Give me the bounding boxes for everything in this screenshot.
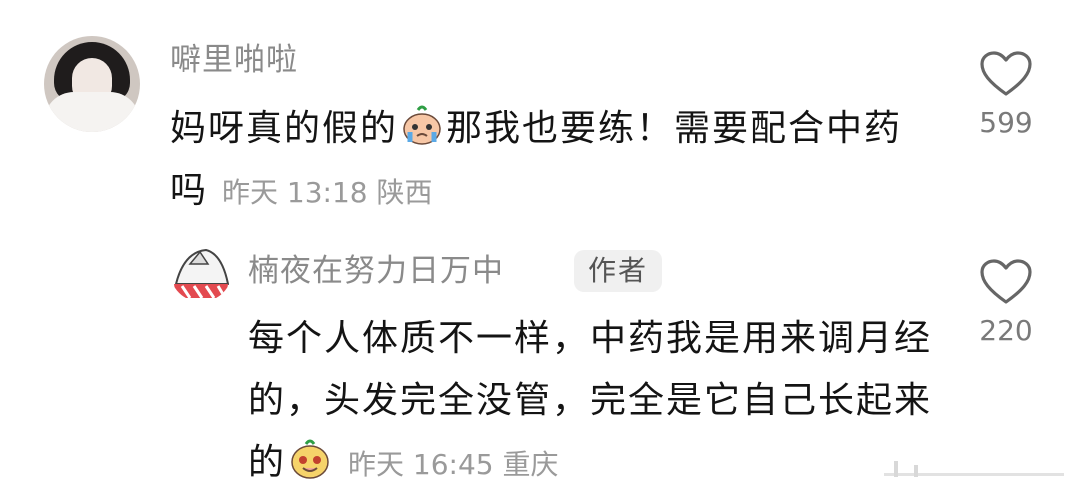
like-button[interactable]: 220: [966, 258, 1046, 350]
watermark: [884, 461, 1064, 477]
comment-username[interactable]: 噼里啪啦: [170, 40, 298, 80]
like-count: 220: [979, 314, 1033, 347]
avatar[interactable]: [170, 240, 232, 302]
comment-time: 昨天 16:45: [348, 448, 494, 481]
crying-sprout-emoji: [403, 105, 441, 145]
like-button[interactable]: 599: [966, 50, 1046, 142]
comment-text: 妈呀真的假的 那我也要练！需要配合中药吗 昨天 13:18 陕西: [170, 98, 930, 224]
heart-outline-icon[interactable]: [979, 258, 1033, 306]
reply-text: 每个人体质不一样，中药我是用来调月经的，头发完全没管，完全是它自己长起来的 昨天…: [248, 308, 938, 496]
like-count: 599: [979, 106, 1033, 139]
avatar-image: [174, 248, 230, 299]
reply-username[interactable]: 楠夜在努力日万中: [248, 251, 504, 291]
comment-meta: 昨天 16:45 重庆: [348, 448, 559, 481]
avatar[interactable]: [44, 36, 140, 132]
comment-meta: 昨天 13:18 陕西: [222, 176, 433, 209]
comment-location: 陕西: [376, 176, 433, 209]
comment-time: 昨天 13:18: [222, 176, 368, 209]
author-badge: 作者: [574, 250, 663, 292]
comment-thread: 噼里啪啦 妈呀真的假的 那我也要练！需要配合中药吗 昨天 13:18 陕西 599…: [0, 0, 1080, 501]
comment-text-part: 妈呀真的假的: [170, 108, 399, 149]
heart-outline-icon[interactable]: [979, 50, 1033, 98]
smiling-sprout-emoji: [291, 439, 329, 479]
comment-location: 重庆: [502, 448, 559, 481]
